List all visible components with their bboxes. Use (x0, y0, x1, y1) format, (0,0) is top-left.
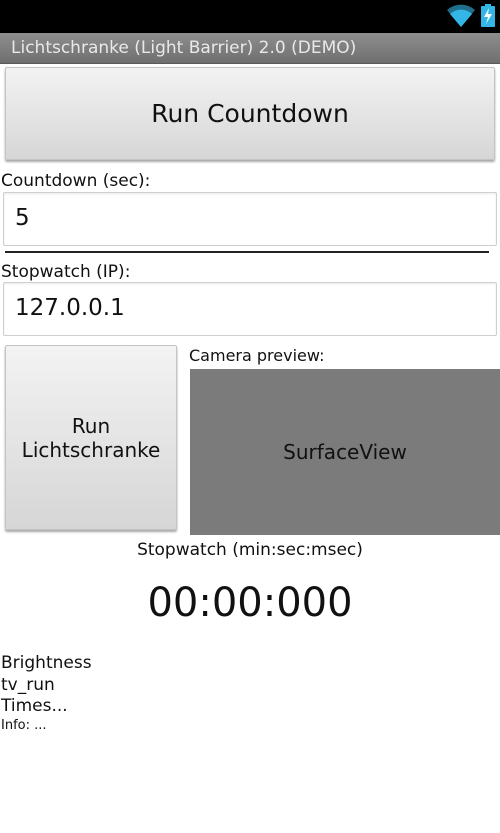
brightness-text: Brightness (1, 653, 92, 673)
camera-preview-label: Camera preview: (189, 346, 325, 365)
divider (5, 251, 489, 253)
battery-charging-icon (481, 4, 495, 27)
status-bar (0, 0, 500, 33)
countdown-label: Countdown (sec): (1, 171, 151, 191)
stopwatch-ip-label: Stopwatch (IP): (1, 262, 131, 282)
run-status-text: tv_run (1, 675, 55, 695)
stopwatch-format-caption: Stopwatch (min:sec:msec) (137, 540, 363, 560)
info-text: Info: ... (1, 718, 47, 733)
times-text: Times... (1, 696, 68, 716)
camera-surface-view: SurfaceView (190, 369, 500, 535)
action-bar: Lichtschranke (Light Barrier) 2.0 (DEMO) (0, 33, 500, 64)
surface-view-label: SurfaceView (283, 440, 407, 464)
wifi-icon (447, 4, 475, 27)
countdown-seconds-input[interactable]: 5 (3, 192, 497, 246)
run-countdown-button[interactable]: Run Countdown (5, 67, 495, 160)
stopwatch-ip-input[interactable]: 127.0.0.1 (3, 282, 497, 336)
app-title: Lichtschranke (Light Barrier) 2.0 (DEMO) (11, 38, 357, 58)
stopwatch-display: 00:00:000 (147, 580, 353, 626)
run-lichtschranke-button[interactable]: Run Lichtschranke (5, 345, 177, 530)
